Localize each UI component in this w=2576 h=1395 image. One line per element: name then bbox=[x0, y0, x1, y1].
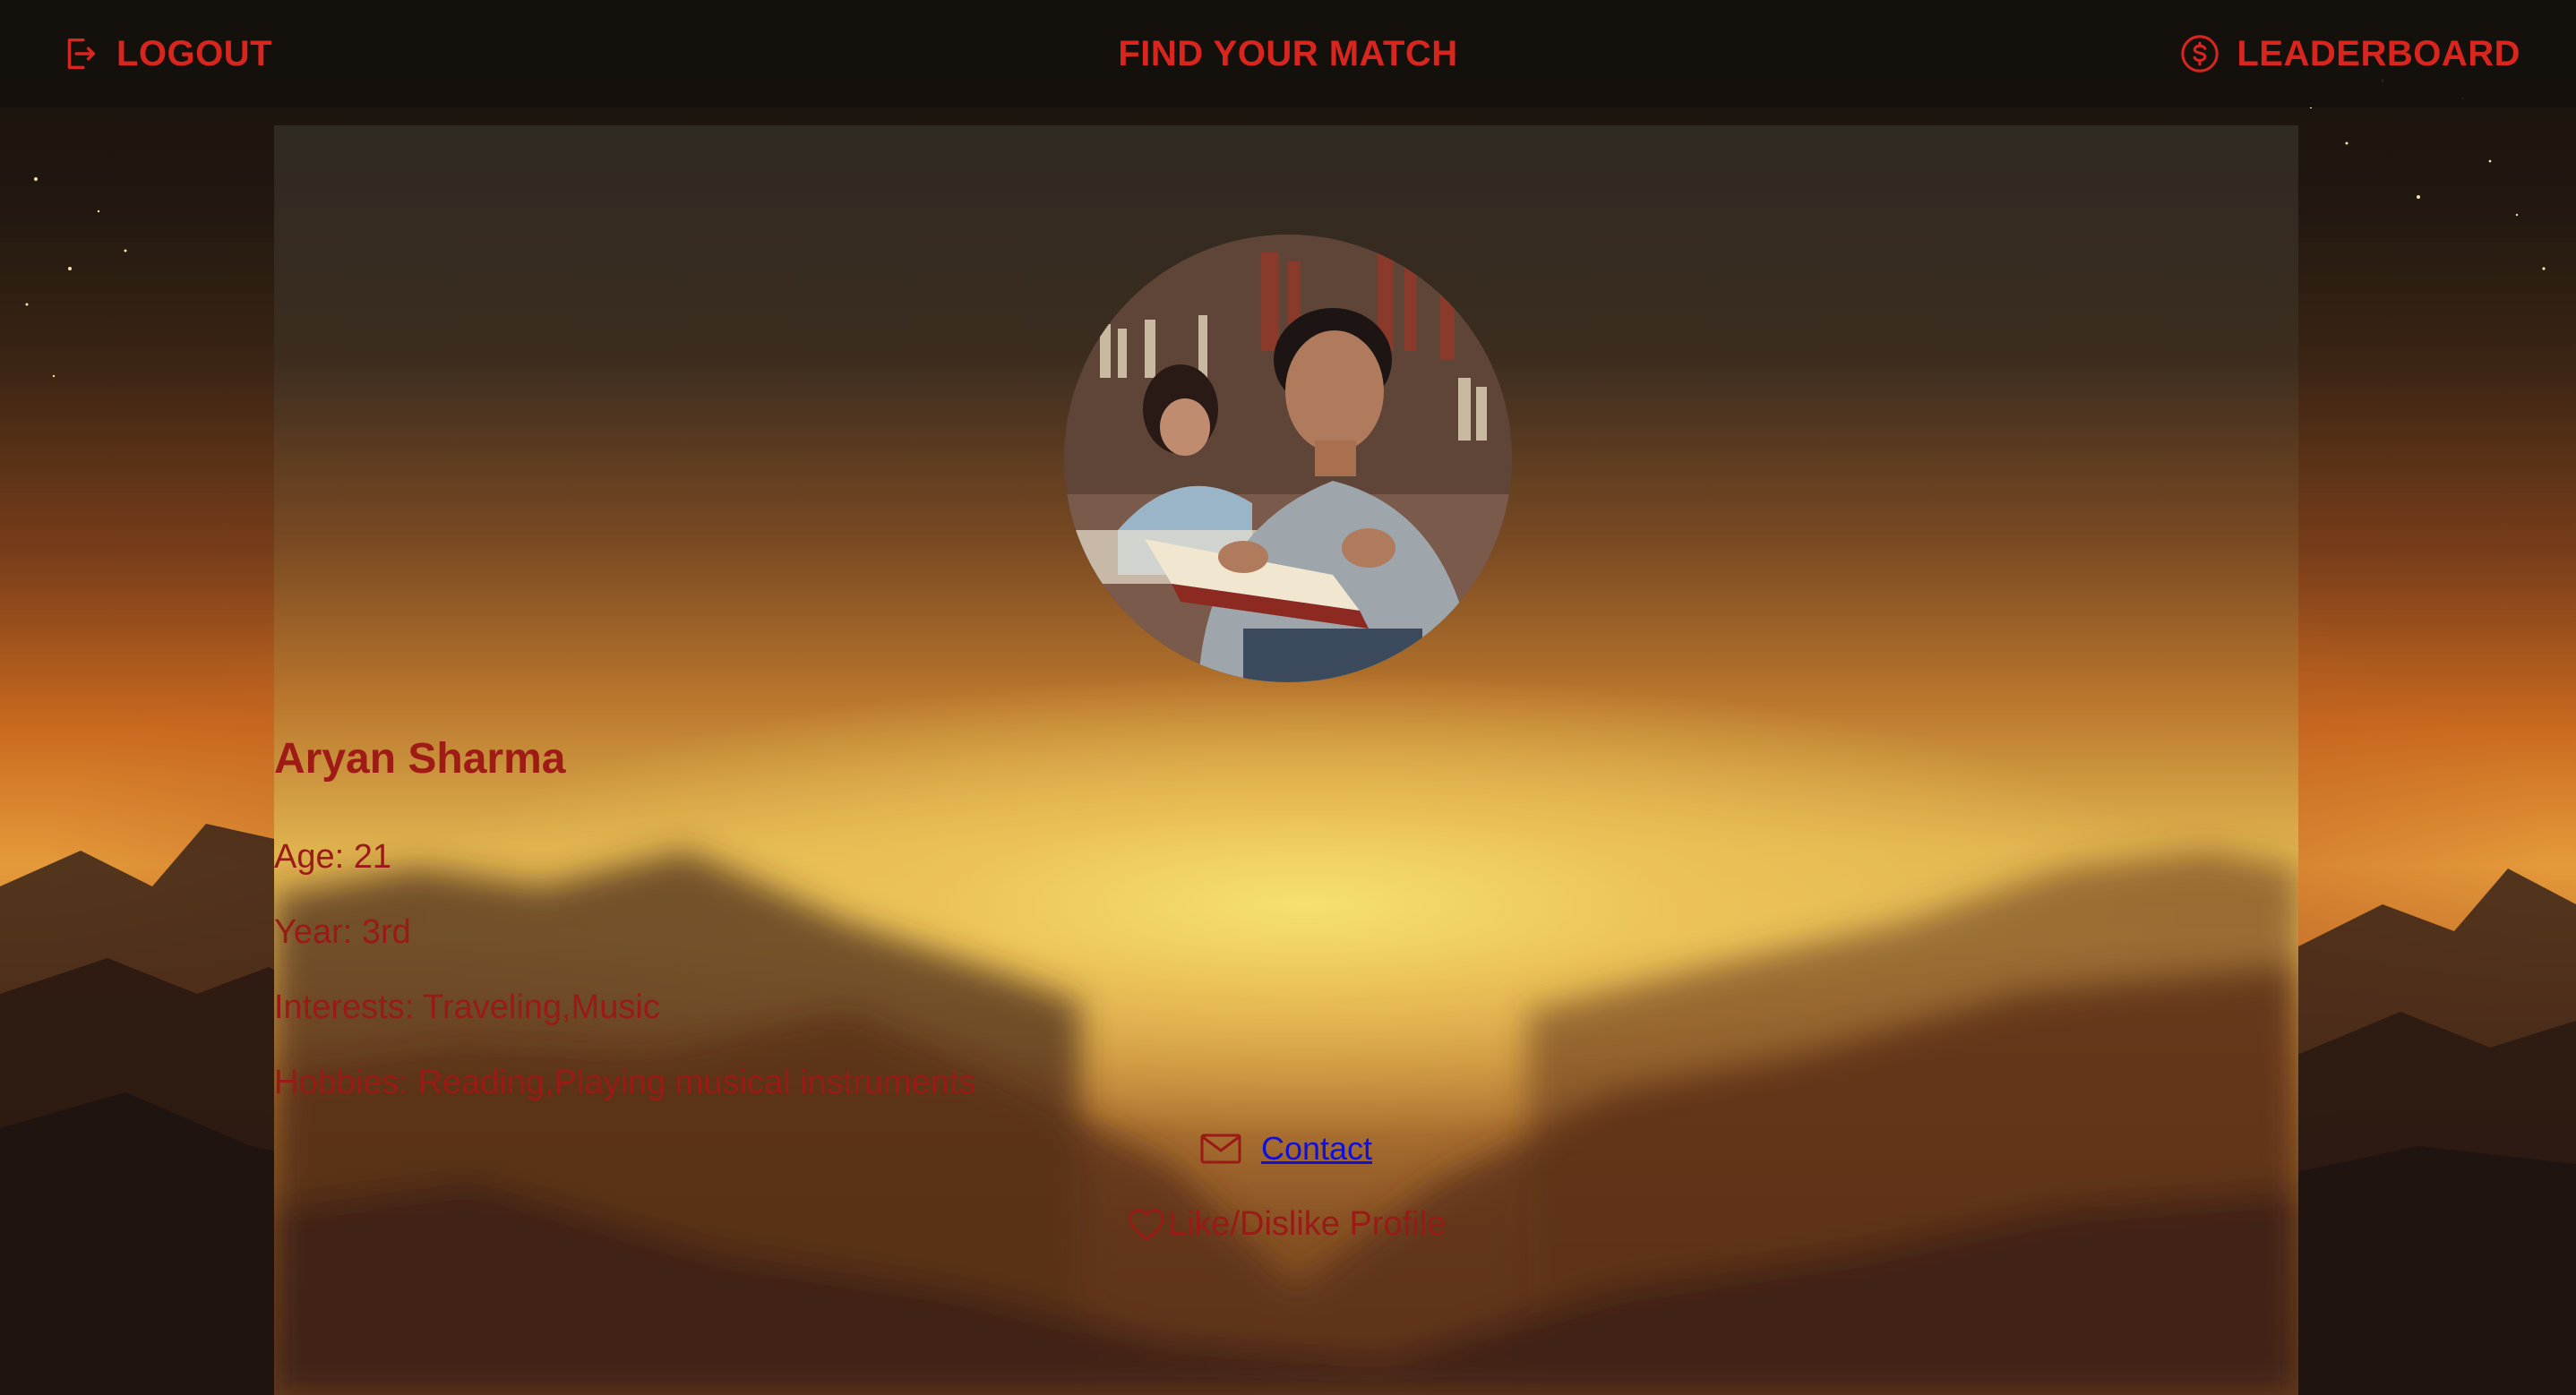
profile-age: Age: 21 bbox=[274, 838, 391, 876]
logout-label: LOGOUT bbox=[116, 33, 273, 73]
find-your-match-link[interactable]: FIND YOUR MATCH bbox=[1118, 34, 1457, 74]
contact-link[interactable]: Contact bbox=[1261, 1130, 1372, 1168]
like-dislike-button[interactable]: Like/Dislike Profile bbox=[274, 1205, 2298, 1244]
logout-icon bbox=[67, 38, 96, 70]
heart-icon bbox=[1129, 1208, 1164, 1241]
logout-button[interactable]: LOGOUT bbox=[59, 33, 272, 74]
profile-hobbies: Hobbies: Reading,Playing musical instrum… bbox=[274, 1064, 976, 1101]
contact-row: Contact bbox=[274, 1130, 2298, 1168]
profile-photo bbox=[1064, 235, 1512, 682]
profile-card: Aryan Sharma Age: 21 Year: 3rd Interests… bbox=[274, 125, 2298, 1395]
leaderboard-label: LEADERBOARD bbox=[2237, 33, 2520, 73]
mail-icon bbox=[1200, 1134, 1241, 1164]
like-dislike-label: Like/Dislike Profile bbox=[1167, 1205, 1447, 1243]
find-your-match-label: FIND YOUR MATCH bbox=[1118, 33, 1458, 73]
dollar-circle-icon bbox=[2181, 35, 2220, 73]
profile-name: Aryan Sharma bbox=[274, 735, 566, 783]
leaderboard-button[interactable]: LEADERBOARD bbox=[2179, 33, 2520, 74]
profile-year: Year: 3rd bbox=[274, 913, 411, 951]
profile-interests: Interests: Traveling,Music bbox=[274, 988, 660, 1026]
